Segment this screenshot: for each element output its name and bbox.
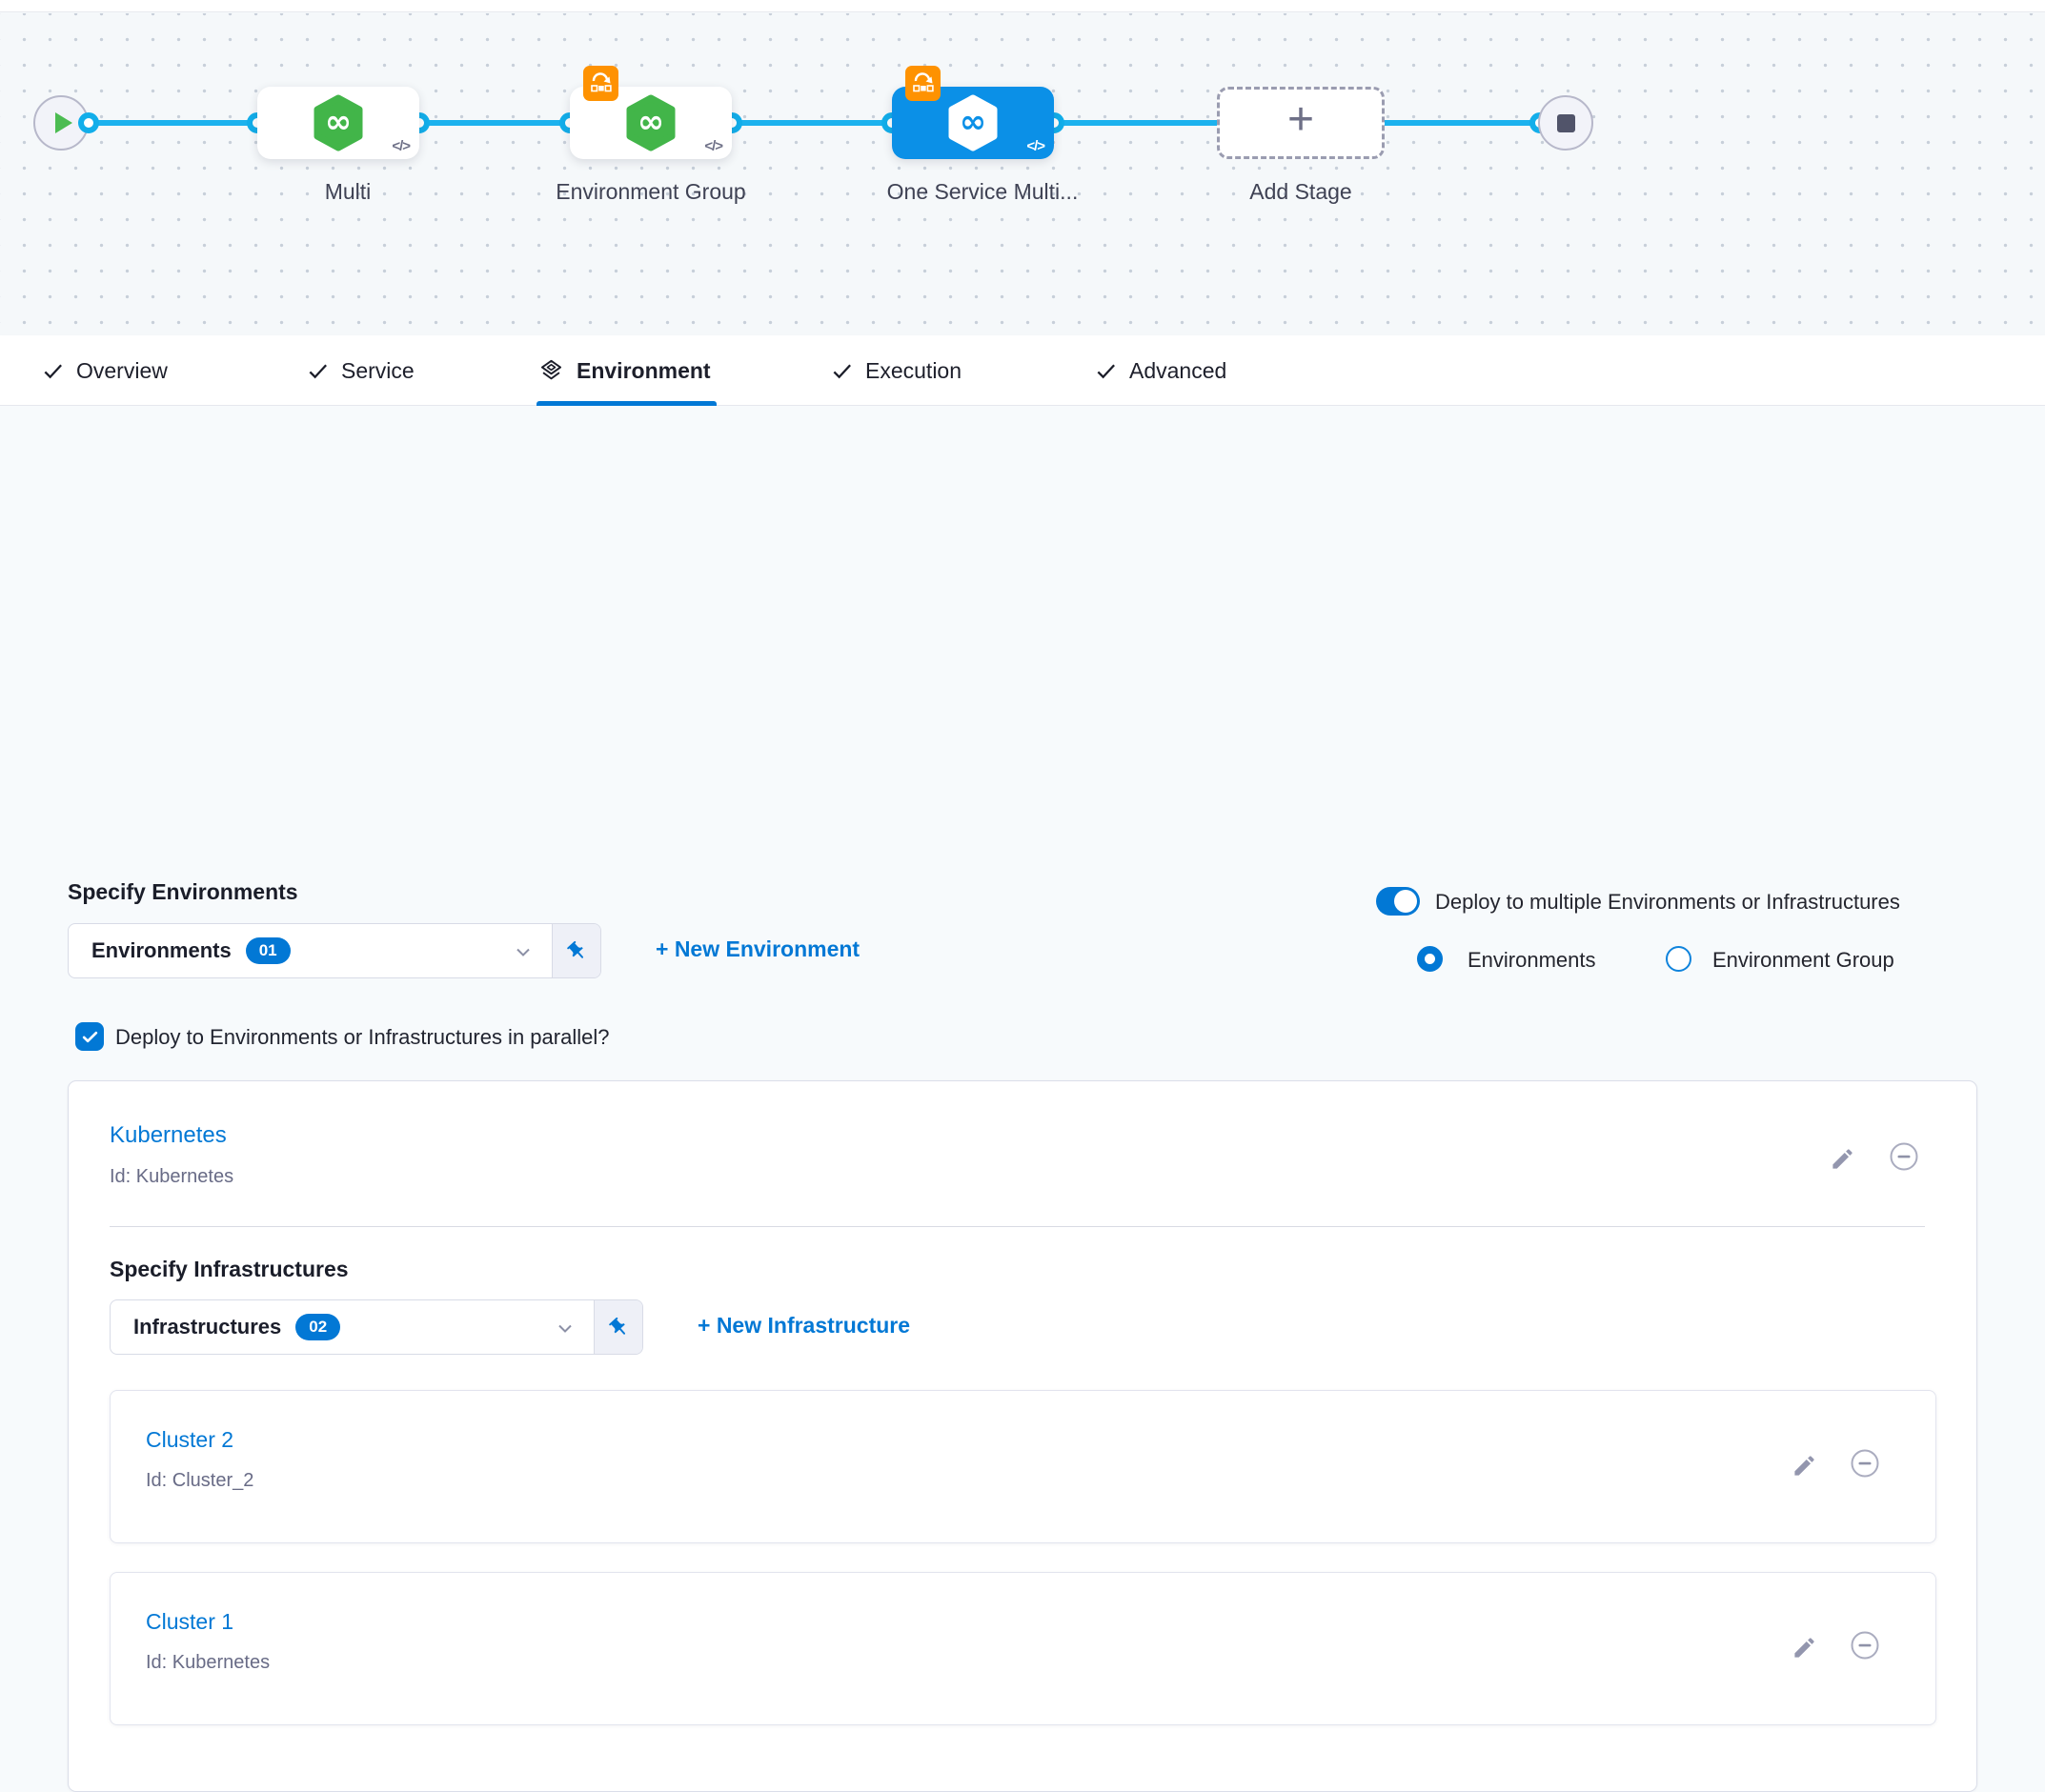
specify-environments-heading: Specify Environments [68, 879, 298, 905]
radio-environment-group[interactable] [1666, 946, 1691, 972]
check-icon [1095, 360, 1117, 382]
infrastructure-card [110, 1572, 1936, 1725]
tab-label: Overview [76, 358, 168, 384]
code-icon: </> [704, 138, 722, 154]
tab-label: Advanced [1129, 358, 1226, 384]
deploy-multiple-toggle[interactable] [1376, 887, 1420, 916]
deploy-multiple-toggle-label: Deploy to multiple Environments or Infra… [1435, 890, 1900, 915]
edit-infrastructure-button[interactable] [1788, 1449, 1820, 1481]
toggle-knob [1394, 890, 1417, 913]
loop-matrix-icon [911, 71, 936, 96]
tab-label: Environment [577, 358, 711, 384]
pin-icon [603, 1312, 634, 1342]
chevron-down-icon [512, 940, 535, 963]
check-icon [42, 360, 64, 382]
count-badge: 01 [246, 937, 291, 964]
infrastructure-id-text: Id: Kubernetes [146, 1652, 270, 1674]
pencil-icon [1830, 1146, 1855, 1172]
check-icon [81, 1028, 99, 1046]
chevron-down-icon [554, 1317, 577, 1339]
radio-environments[interactable] [1417, 946, 1443, 972]
environment-name-link[interactable]: Kubernetes [110, 1122, 227, 1149]
environment-id-text: Id: Kubernetes [110, 1166, 233, 1188]
minus-circle-icon [1850, 1630, 1880, 1661]
tab-label: Service [341, 358, 415, 384]
svg-text:∞: ∞ [325, 103, 352, 141]
edit-infrastructure-button[interactable] [1788, 1631, 1820, 1663]
looping-strategy-badge [583, 66, 618, 101]
harness-cd-icon: ∞ [312, 94, 365, 151]
dropdown-label: Infrastructures [133, 1315, 281, 1339]
tab-overview[interactable]: Overview [42, 335, 168, 406]
plus-icon: + [1287, 101, 1314, 139]
tab-label: Execution [865, 358, 962, 384]
code-icon: </> [392, 138, 410, 154]
environment-stack-icon [538, 358, 564, 384]
environments-dropdown-value[interactable]: Environments 01 [69, 924, 552, 977]
deploy-parallel-checkbox-label: Deploy to Environments or Infrastructure… [115, 1025, 609, 1050]
minus-circle-icon [1850, 1448, 1880, 1479]
add-stage-button[interactable]: + [1217, 87, 1385, 159]
radio-environment-group-label[interactable]: Environment Group [1712, 948, 1894, 973]
harness-cd-icon-inverse: ∞ [946, 94, 1000, 151]
check-icon [831, 360, 853, 382]
pencil-icon [1792, 1453, 1817, 1479]
stage-label-one-service-multi[interactable]: One Service Multi... [878, 177, 1087, 207]
dropdown-label: Environments [91, 938, 232, 963]
infrastructures-dropdown-value[interactable]: Infrastructures 02 [111, 1300, 594, 1354]
pin-input-button[interactable] [594, 1300, 642, 1354]
radio-environments-label[interactable]: Environments [1468, 948, 1596, 973]
harness-cd-icon: ∞ [624, 94, 678, 151]
tab-execution[interactable]: Execution [831, 335, 962, 406]
remove-infrastructure-button[interactable] [1849, 1629, 1881, 1661]
pipeline-canvas[interactable]: ∞ </> Multi ∞ </> Environment Group [0, 13, 2045, 335]
stage-label-environment-group[interactable]: Environment Group [546, 177, 756, 207]
card-divider [110, 1226, 1925, 1227]
pin-icon [561, 936, 592, 966]
edit-environment-button[interactable] [1826, 1142, 1858, 1175]
tab-environment[interactable]: Environment [538, 335, 711, 406]
infrastructures-dropdown[interactable]: Infrastructures 02 [110, 1299, 643, 1355]
infrastructure-name-link[interactable]: Cluster 2 [146, 1427, 233, 1453]
stage-node-multi[interactable]: ∞ </> [257, 87, 419, 159]
stage-node-environment-group[interactable]: ∞ </> [570, 87, 732, 159]
infrastructure-id-text: Id: Cluster_2 [146, 1470, 253, 1492]
loop-matrix-icon [589, 71, 614, 96]
count-badge: 02 [295, 1314, 340, 1340]
tab-service[interactable]: Service [307, 335, 415, 406]
infrastructure-card [110, 1390, 1936, 1543]
stage-label-multi[interactable]: Multi [243, 177, 453, 207]
new-environment-link[interactable]: + New Environment [656, 936, 860, 962]
looping-strategy-badge [905, 66, 941, 101]
pin-input-button[interactable] [552, 924, 600, 977]
environments-dropdown[interactable]: Environments 01 [68, 923, 601, 978]
port-start-out [78, 112, 99, 133]
infrastructure-name-link[interactable]: Cluster 1 [146, 1609, 233, 1635]
remove-infrastructure-button[interactable] [1849, 1447, 1881, 1480]
pencil-icon [1792, 1635, 1817, 1661]
top-toolbar-edge [0, 0, 2045, 12]
stage-node-one-service-multi[interactable]: ∞ </> [892, 87, 1054, 159]
stage-tabbar: Overview Service Environment Execution A… [0, 335, 2045, 406]
stop-icon [1557, 114, 1575, 132]
minus-circle-icon [1889, 1141, 1919, 1172]
specify-infrastructures-heading: Specify Infrastructures [110, 1257, 349, 1282]
svg-text:∞: ∞ [960, 103, 986, 141]
svg-text:∞: ∞ [638, 103, 664, 141]
pipeline-end-node[interactable] [1538, 95, 1593, 151]
environment-tab-panel: Specify Environments Environments 01 + N… [0, 406, 2045, 1463]
check-icon [307, 360, 329, 382]
tab-advanced[interactable]: Advanced [1095, 335, 1226, 406]
remove-environment-button[interactable] [1888, 1140, 1920, 1173]
deploy-parallel-checkbox[interactable] [75, 1022, 104, 1051]
code-icon: </> [1026, 138, 1044, 154]
play-icon [55, 112, 72, 133]
add-stage-label[interactable]: Add Stage [1196, 177, 1406, 207]
new-infrastructure-link[interactable]: + New Infrastructure [698, 1313, 910, 1339]
